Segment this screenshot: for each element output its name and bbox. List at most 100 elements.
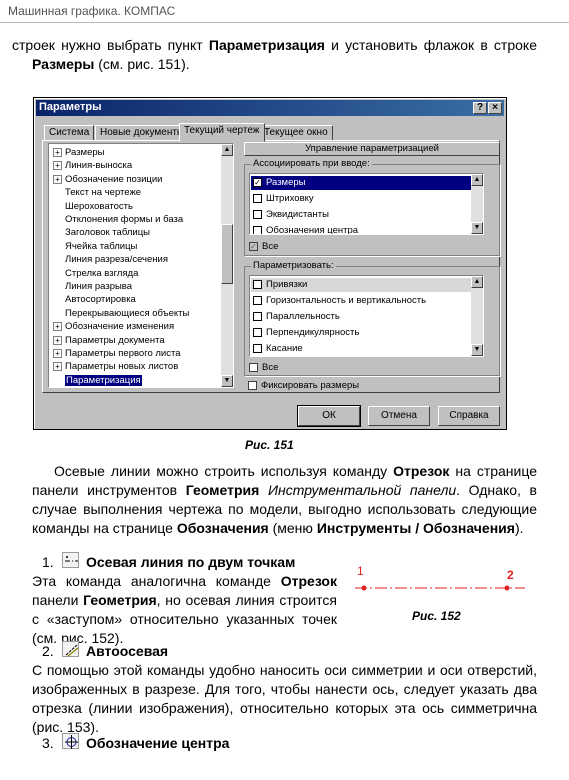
cancel-button[interactable]: Отмена: [368, 406, 430, 426]
help-button[interactable]: Справка: [438, 406, 500, 426]
tab-new-documents[interactable]: Новые документы: [95, 125, 190, 141]
list-item-label: Параллельность: [266, 311, 340, 322]
tree-item[interactable]: Ячейка таблицы: [53, 240, 137, 253]
item-2-number: 2.: [42, 643, 54, 659]
expand-icon[interactable]: +: [53, 161, 62, 171]
scroll-up-icon[interactable]: ▲: [471, 276, 483, 288]
tree-item-label: Текст на чертеже: [65, 187, 142, 199]
center-mark-icon: [62, 733, 79, 749]
tree-item[interactable]: Стрелка взгляда: [53, 267, 138, 280]
checkbox-icon[interactable]: [253, 311, 262, 321]
checkbox-icon[interactable]: [253, 343, 262, 353]
expand-icon[interactable]: +: [53, 362, 62, 372]
list-item[interactable]: Эквидистанты: [253, 208, 483, 222]
tree-item[interactable]: + Параметры первого листа: [53, 347, 181, 360]
tree-item-label: Параметры новых листов: [65, 361, 179, 373]
tree-item[interactable]: + Параметры новых листов: [53, 360, 178, 373]
list-item[interactable]: Привязки: [251, 278, 471, 292]
intro-text-2: и установить флажок в строке: [324, 37, 537, 53]
checkbox-icon[interactable]: ✓: [253, 177, 262, 187]
list-item[interactable]: Касание: [253, 342, 483, 356]
expand-icon[interactable]: +: [53, 348, 62, 358]
scroll-thumb[interactable]: [221, 224, 233, 284]
fix-dimensions-checkbox[interactable]: Фиксировать размеры: [248, 380, 359, 392]
ok-button[interactable]: ОК: [297, 405, 361, 427]
tree-item-label: Обозначение позиции: [65, 173, 163, 185]
scroll-down-icon[interactable]: ▼: [471, 344, 483, 356]
p2-text-3: [259, 482, 268, 498]
expand-icon[interactable]: +: [53, 322, 62, 332]
tab-current-drawing[interactable]: Текущий чертеж: [179, 123, 265, 142]
header-rule: [0, 22, 569, 23]
checkbox-icon: ✓: [249, 241, 258, 251]
tree-item[interactable]: Линия разрыва: [53, 280, 132, 293]
checkbox-icon[interactable]: [253, 225, 262, 234]
expand-icon[interactable]: +: [53, 335, 62, 345]
tree-item[interactable]: Линия разреза/сечения: [53, 253, 168, 266]
scroll-down-icon[interactable]: ▼: [221, 375, 233, 387]
p2-bold-1: Отрезок: [393, 463, 450, 479]
tree-item[interactable]: Шероховатость: [53, 200, 133, 213]
tree-item[interactable]: + Обозначение изменения: [53, 320, 174, 333]
p2-bold-4: Инструменты / Обозначения: [316, 520, 515, 536]
tree-item[interactable]: Текст на чертеже: [53, 186, 141, 199]
list-item[interactable]: Обозначения центра: [253, 224, 483, 234]
i1-bold-1: Отрезок: [280, 573, 337, 589]
intro-bold-2: Размеры: [32, 56, 95, 72]
i1-bold-2: Геометрия: [83, 592, 157, 608]
checkbox-icon: [249, 362, 258, 372]
tree-item-label: Перекрывающиеся объекты: [65, 307, 190, 319]
tree-item[interactable]: Заголовок таблицы: [53, 226, 150, 239]
tree-item[interactable]: Параметризация: [53, 374, 142, 387]
scroll-down-icon[interactable]: ▼: [471, 222, 483, 234]
expand-icon[interactable]: +: [53, 174, 62, 184]
tree-item[interactable]: Перекрывающиеся объекты: [53, 307, 189, 320]
tree-item[interactable]: Отклонения формы и база: [53, 213, 183, 226]
list-item[interactable]: ✓ Размеры: [251, 176, 471, 190]
item-2-description: С помощью этой команды удобно наносить о…: [32, 662, 537, 735]
parametrize-all-label: Все: [262, 362, 279, 373]
checkbox-icon[interactable]: [253, 295, 262, 305]
close-title-button[interactable]: ×: [488, 102, 502, 114]
tab-system[interactable]: Система: [44, 125, 95, 141]
checkbox-icon[interactable]: [253, 193, 262, 203]
figure-152-caption: Рис. 152: [412, 609, 461, 623]
tab-current-window[interactable]: Текущее окно: [259, 125, 333, 141]
tree-item[interactable]: Автосортировка: [53, 293, 136, 306]
list-item-label: Эквидистанты: [266, 209, 329, 220]
tree-item-label: Параметризация: [65, 374, 142, 386]
associate-group-label: Ассоциировать при вводе:: [251, 158, 372, 170]
help-title-button[interactable]: ?: [473, 102, 487, 114]
parametrize-scrollbar[interactable]: ▲ ▼: [471, 276, 483, 356]
list-item[interactable]: Перпендикулярность: [253, 326, 483, 340]
list-item[interactable]: Параллельность: [253, 310, 483, 324]
parametrize-all-checkbox[interactable]: Все: [249, 362, 278, 374]
item-1-description: Эта команда аналогична команде Отрезок п…: [32, 572, 337, 648]
parametrize-listbox[interactable]: Привязки Горизонтальность и вертикальност…: [249, 275, 484, 357]
list-item[interactable]: Горизонтальность и вертикальность: [253, 294, 483, 308]
i1-text-1: Эта команда аналогична команде: [32, 573, 281, 589]
tree-item[interactable]: + Линия-выноска: [53, 159, 132, 172]
settings-tree[interactable]: + Размеры + Линия-выноска + Обозначение позиц…: [48, 143, 234, 388]
associate-all-checkbox[interactable]: ✓ Все: [249, 241, 278, 253]
intro-text-3: (см. рис. 151).: [94, 56, 190, 72]
checkbox-icon[interactable]: [253, 279, 262, 289]
list-item[interactable]: Штриховку: [253, 192, 483, 206]
tree-item[interactable]: + Параметры документа: [53, 334, 165, 347]
parametrization-header: Управление параметризацией: [244, 142, 500, 156]
scroll-up-icon[interactable]: ▲: [221, 144, 233, 156]
associate-listbox[interactable]: ✓ Размеры Штриховку Эквидистанты Обозначения…: [249, 173, 484, 235]
tree-item[interactable]: + Обозначение позиции: [53, 173, 162, 186]
tree-scrollbar[interactable]: ▲ ▼: [221, 144, 233, 387]
list-item-label: Размеры: [266, 177, 306, 188]
scroll-up-icon[interactable]: ▲: [471, 174, 483, 186]
intro-paragraph: строек нужно выбрать пункт Параметризаци…: [12, 36, 537, 74]
tree-item-label: Стрелка взгляда: [65, 267, 139, 279]
expand-icon[interactable]: +: [53, 147, 62, 157]
associate-scrollbar[interactable]: ▲ ▼: [471, 174, 483, 234]
tree-item-label: Линия разрыва: [65, 281, 133, 292]
checkbox-icon[interactable]: [253, 327, 262, 337]
checkbox-icon[interactable]: [253, 209, 262, 219]
tree-item[interactable]: + Размеры: [53, 146, 104, 159]
item-3-number: 3.: [42, 735, 54, 751]
